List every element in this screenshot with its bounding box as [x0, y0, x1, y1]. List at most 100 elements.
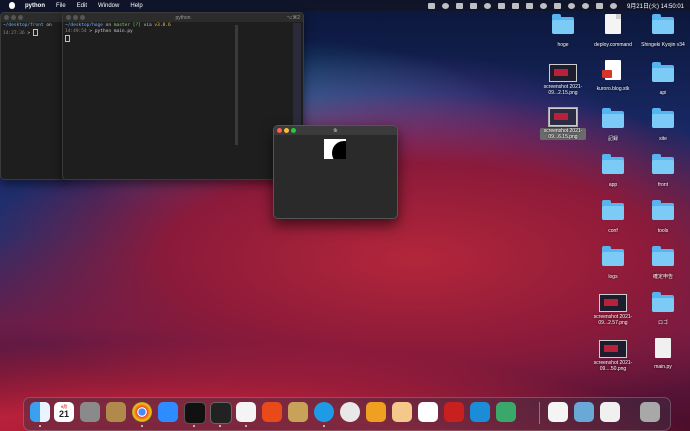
document-icon [605, 14, 621, 34]
tk-titlebar[interactable]: tk [274, 126, 397, 135]
zoom-icon[interactable] [158, 402, 178, 422]
siri-icon[interactable] [609, 2, 617, 9]
minimize-button[interactable] [11, 15, 16, 20]
preview-icon[interactable] [574, 402, 594, 422]
chat-status-icon[interactable] [497, 2, 505, 9]
terminal-window-front[interactable]: ~/desktop/front on 14:27:36 > [0, 12, 68, 180]
folder-icon [602, 108, 624, 128]
desktop-folder-logs[interactable]: logs [590, 246, 636, 280]
desktop-icon-label: logs [608, 274, 618, 280]
sketch-icon[interactable] [392, 402, 412, 422]
desktop-file-screenshot-4[interactable]: screenshot 2021-09....50.png [590, 338, 636, 372]
desktop-folder-site[interactable]: site [640, 108, 686, 142]
desktop-icon-label: api [659, 90, 667, 96]
folder-icon [652, 292, 674, 312]
terminal-cursor [65, 35, 70, 42]
archive-utility-icon[interactable] [288, 402, 308, 422]
desktop-file-screenshot-2[interactable]: screenshot 2021-09...6.15.png [540, 106, 586, 140]
desktop-folder-front[interactable]: front [640, 154, 686, 188]
wifi-icon[interactable] [567, 2, 575, 9]
desktop-icon-label: site [659, 136, 667, 142]
close-button[interactable] [277, 128, 282, 133]
box-status-icon[interactable] [511, 2, 519, 9]
qt-icon[interactable] [340, 402, 360, 422]
menu-help[interactable]: Help [130, 3, 142, 9]
close-button[interactable] [4, 15, 9, 20]
terminal-window-python[interactable]: python ⌥⌘2 ~/desktop/hoge on master [?] … [62, 12, 304, 180]
menu-file[interactable]: File [56, 3, 66, 9]
terminal-titlebar[interactable]: python ⌥⌘2 [63, 13, 303, 22]
apple-icon[interactable] [9, 2, 15, 9]
dropbox-status-icon[interactable] [525, 2, 533, 9]
desktop-folder-api[interactable]: api [640, 62, 686, 96]
arduino-icon[interactable] [470, 402, 490, 422]
desktop-folder-kakutei[interactable]: 確定申告 [640, 246, 686, 280]
desktop-folder-hoge[interactable]: hoge [540, 14, 586, 48]
docker-icon[interactable] [314, 402, 334, 422]
folder-icon [652, 14, 674, 34]
trash-icon[interactable] [640, 402, 660, 422]
zoom-button[interactable] [80, 15, 85, 20]
control-center-icon[interactable] [595, 2, 603, 9]
tk-window[interactable]: tk [273, 125, 398, 219]
sync-status-icon[interactable] [441, 2, 449, 9]
close-button[interactable] [66, 15, 71, 20]
tk-window-title: tk [333, 127, 338, 134]
terminal-icon[interactable] [184, 402, 206, 424]
desktop-folder-shingeki[interactable]: Shingeki Kyojin v34 [640, 14, 686, 48]
desktop-folder-logo[interactable]: ロゴ [640, 292, 686, 326]
menu-edit[interactable]: Edit [77, 3, 87, 9]
terminal-output[interactable]: ~/desktop/hoge on master [?] via v3.8.6 … [63, 22, 303, 44]
desktop-file-main-py[interactable]: main.py [640, 338, 686, 370]
minimize-button[interactable] [284, 128, 289, 133]
vscode-icon[interactable] [236, 402, 256, 422]
bluetooth-icon[interactable] [539, 2, 547, 9]
desktop-file-screenshot-3[interactable]: screenshot 2021-09...2.57.png [590, 292, 636, 326]
desktop-folder-tools[interactable]: tools [640, 200, 686, 234]
folder-icon [652, 108, 674, 128]
black-arc-shape [332, 141, 346, 159]
document-recent-icon[interactable] [600, 402, 620, 422]
finder-icon[interactable] [30, 402, 50, 422]
tk-canvas[interactable] [324, 139, 346, 159]
cpu-status-icon[interactable] [427, 2, 435, 9]
terminal-titlebar[interactable] [1, 13, 67, 22]
desktop-icon-label: app [608, 182, 618, 188]
desktop-folder-kiroku[interactable]: 記録 [590, 108, 636, 142]
notion-icon[interactable] [418, 402, 438, 422]
system-preferences-icon[interactable] [80, 402, 100, 422]
terminal-scrollbar[interactable] [235, 25, 238, 145]
desktop-folder-conf[interactable]: conf [590, 200, 636, 234]
minimize-button[interactable] [73, 15, 78, 20]
menu-window[interactable]: Window [98, 3, 119, 9]
folder-icon [652, 246, 674, 266]
terminal-on: on [43, 23, 55, 28]
desktop-icon-label: tools [657, 228, 669, 234]
desktop-file-screenshot-1[interactable]: screenshot 2021-09...2.15.png [540, 62, 586, 96]
desktop-folder-app[interactable]: app [590, 154, 636, 188]
contacts-icon[interactable] [106, 402, 126, 422]
calendar-icon[interactable]: 9月 21 [54, 402, 74, 422]
display-status-icon[interactable] [455, 2, 463, 9]
desktop-icon-label: screenshot 2021-09...2.57.png [593, 314, 633, 326]
filezilla-icon[interactable] [444, 402, 464, 422]
desktop-file-kuroro-blog[interactable]: kuroro.blog.stk [590, 60, 636, 92]
desktop-file-deploy-command[interactable]: deploy.command [590, 14, 636, 48]
terminal-pwd: ~/desktop/front [3, 23, 44, 28]
menu-app-name[interactable]: python [25, 3, 45, 9]
vscode-recent-icon[interactable] [548, 402, 568, 422]
menu-clock[interactable]: 9月21日(火) 14:50:01 [627, 1, 684, 10]
cloud-status-icon[interactable] [483, 2, 491, 9]
battery-icon[interactable] [553, 2, 561, 9]
paypal-status-icon[interactable] [469, 2, 477, 9]
terminal-output[interactable]: ~/desktop/front on 14:27:36 > [1, 22, 67, 38]
kubernetes-icon[interactable] [496, 402, 516, 422]
terminal-prompt: > [24, 31, 33, 36]
activity-chart-icon[interactable] [262, 402, 282, 422]
search-icon[interactable] [581, 2, 589, 9]
terminal-alt-icon[interactable] [210, 402, 232, 424]
sourcetree-icon[interactable] [366, 402, 386, 422]
chrome-icon[interactable] [132, 402, 152, 422]
zoom-button[interactable] [18, 15, 23, 20]
zoom-button[interactable] [291, 128, 296, 133]
